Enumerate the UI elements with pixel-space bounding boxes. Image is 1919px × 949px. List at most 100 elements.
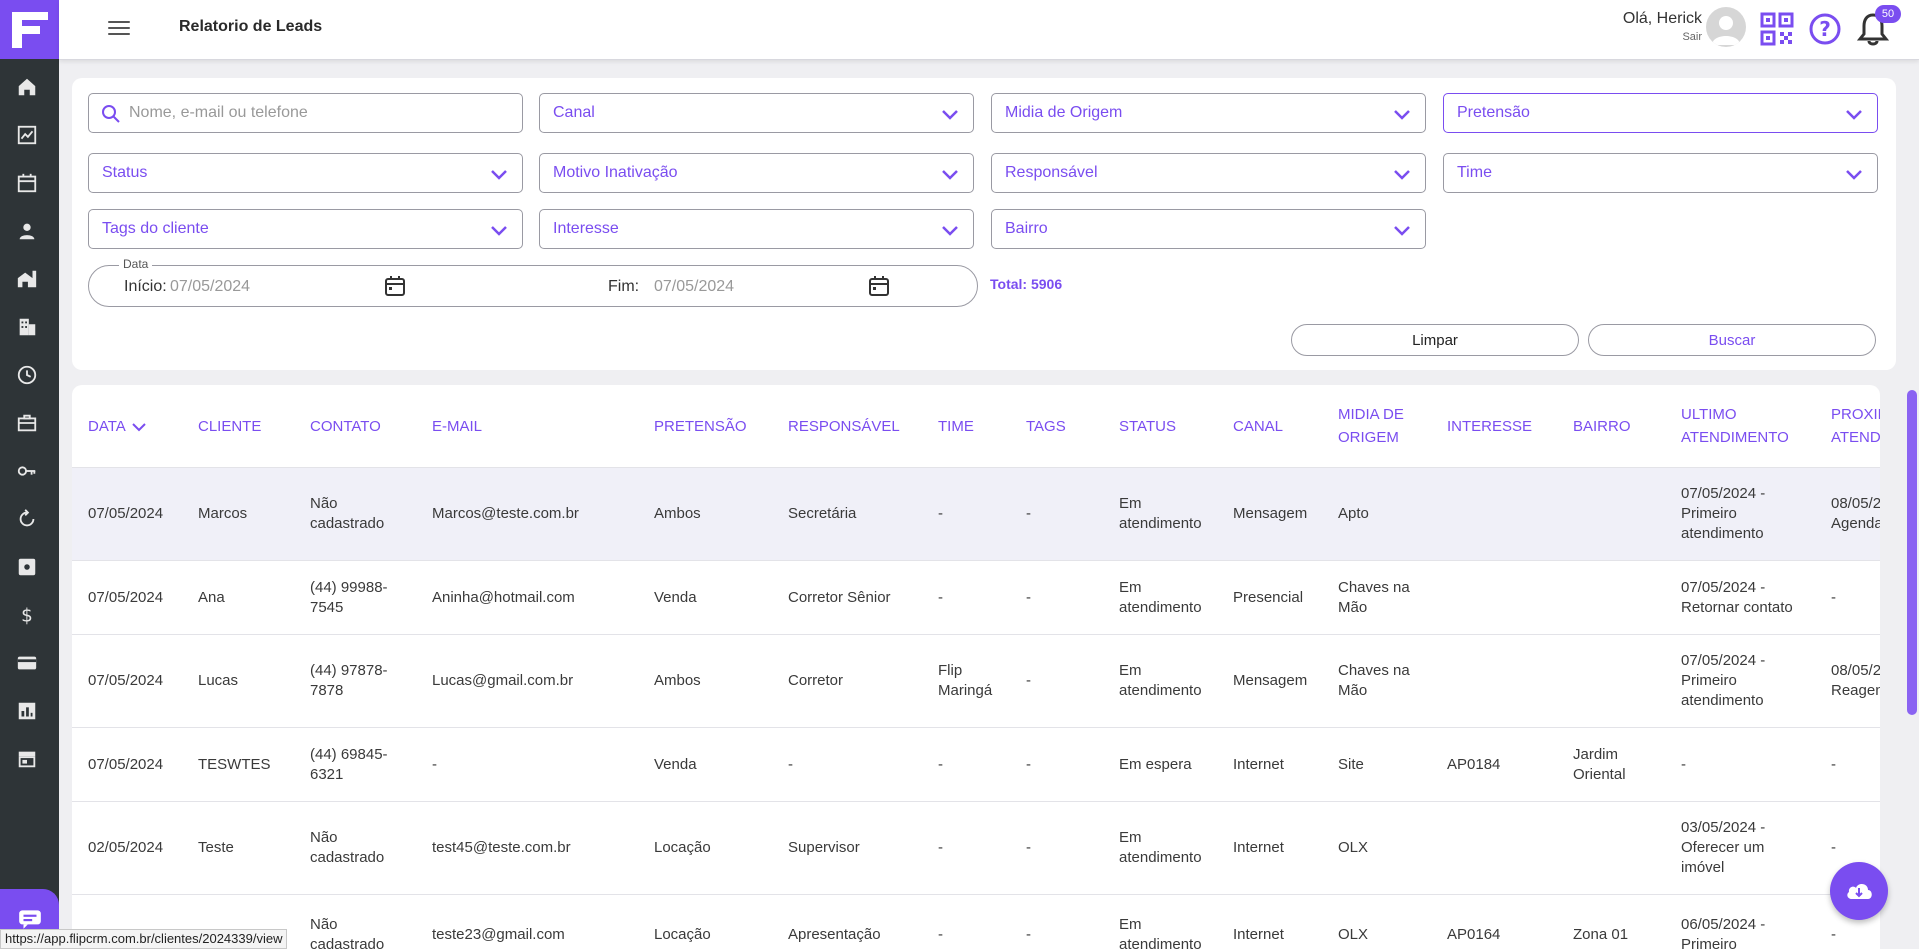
help-icon[interactable]: ? bbox=[1808, 12, 1842, 46]
col-header-status[interactable]: STATUS bbox=[1119, 415, 1176, 438]
calendar-icon[interactable] bbox=[868, 275, 890, 297]
cell-proximo: - bbox=[1831, 755, 1836, 773]
cell-canal: Internet bbox=[1233, 925, 1284, 943]
cell-midia: Chaves na Mão bbox=[1338, 662, 1410, 699]
logout-link[interactable]: Sair bbox=[1623, 31, 1702, 43]
col-header-contato[interactable]: CONTATO bbox=[310, 415, 381, 438]
col-header-ultimo[interactable]: ULTIMO ATENDIMENTO bbox=[1681, 403, 1801, 449]
table-row[interactable]: Não cadastrado teste23@gmail.com Locação Ap… bbox=[72, 894, 1880, 949]
col-header-interesse[interactable]: INTERESSE bbox=[1447, 415, 1532, 438]
cell-proximo: - bbox=[1831, 588, 1836, 606]
time-select[interactable]: Time bbox=[1443, 153, 1878, 193]
cell-status: Em atendimento bbox=[1119, 662, 1202, 699]
property-icon[interactable] bbox=[14, 266, 40, 292]
pretensao-select[interactable]: Pretensão bbox=[1443, 93, 1878, 133]
cell-cliente: Ana bbox=[198, 588, 225, 606]
motivo-select[interactable]: Motivo Inativação bbox=[539, 153, 974, 193]
table-row[interactable]: 07/05/2024 TESWTES (44) 69845-6321 - Venda - -… bbox=[72, 727, 1880, 801]
responsavel-select[interactable]: Responsável bbox=[991, 153, 1426, 193]
clock-icon[interactable] bbox=[14, 362, 40, 388]
search-input[interactable]: Nome, e-mail ou telefone bbox=[88, 93, 523, 133]
clear-button[interactable]: Limpar bbox=[1291, 324, 1579, 356]
col-header-proximo[interactable]: PROXIMO ATENDIMENTO bbox=[1831, 403, 1880, 449]
fim-input[interactable]: 07/05/2024 bbox=[654, 278, 734, 296]
table-row[interactable]: 07/05/2024 Marcos Não cadastrado Marcos@tes… bbox=[72, 467, 1880, 560]
col-header-tags[interactable]: TAGS bbox=[1026, 415, 1066, 438]
hamburger-menu-icon[interactable] bbox=[108, 18, 130, 38]
qr-code-icon[interactable] bbox=[1760, 12, 1794, 46]
search-icon bbox=[102, 105, 120, 123]
puzzle-icon[interactable] bbox=[14, 554, 40, 580]
cell-canal: Internet bbox=[1233, 755, 1284, 773]
col-header-cliente[interactable]: CLIENTE bbox=[198, 415, 261, 438]
cell-responsavel: Corretor bbox=[788, 672, 844, 689]
cell-bairro: Zona 01 bbox=[1573, 925, 1629, 943]
cell-data: 07/05/2024 bbox=[88, 588, 164, 606]
cell-proximo: - bbox=[1831, 925, 1836, 943]
avatar[interactable] bbox=[1706, 7, 1746, 47]
col-header-time[interactable]: TIME bbox=[938, 415, 974, 438]
col-header-responsavel[interactable]: RESPONSÁVEL bbox=[788, 415, 900, 438]
user-icon[interactable] bbox=[14, 218, 40, 244]
store-icon[interactable] bbox=[14, 746, 40, 772]
col-header-midia[interactable]: MIDIA DE ORIGEM bbox=[1338, 403, 1428, 449]
canal-select[interactable]: Canal bbox=[539, 93, 974, 133]
cell-time: - bbox=[938, 505, 943, 522]
scrollbar-thumb[interactable] bbox=[1907, 390, 1917, 715]
col-header-pretensao[interactable]: PRETENSÃO bbox=[654, 415, 747, 438]
chart-line-icon[interactable] bbox=[14, 122, 40, 148]
chevron-down-icon bbox=[1846, 170, 1862, 180]
pretensao-label: Pretensão bbox=[1457, 104, 1530, 121]
download-button[interactable] bbox=[1830, 862, 1888, 920]
cell-pretensao: Locação bbox=[654, 839, 711, 856]
calendar-icon[interactable] bbox=[14, 170, 40, 196]
cell-bairro: Jardim Oriental bbox=[1573, 745, 1626, 783]
cell-responsavel: - bbox=[788, 755, 793, 773]
cell-contato: (44) 97878-7878 bbox=[310, 662, 388, 699]
midia-select[interactable]: Midia de Origem bbox=[991, 93, 1426, 133]
report-icon[interactable] bbox=[14, 698, 40, 724]
app-logo[interactable] bbox=[0, 0, 59, 59]
chevron-down-icon bbox=[1394, 110, 1410, 120]
key-icon[interactable] bbox=[14, 458, 40, 484]
cell-time: Flip Maringá bbox=[938, 662, 993, 699]
col-header-data[interactable]: DATA bbox=[88, 415, 146, 438]
refresh-icon[interactable] bbox=[14, 506, 40, 532]
col-header-email[interactable]: E-MAIL bbox=[432, 415, 482, 438]
search-button[interactable]: Buscar bbox=[1588, 324, 1876, 356]
status-select[interactable]: Status bbox=[88, 153, 523, 193]
cell-tags: - bbox=[1026, 925, 1031, 943]
table-row[interactable]: 07/05/2024 Lucas (44) 97878-7878 Lucas@gmai… bbox=[72, 634, 1880, 727]
responsavel-label: Responsável bbox=[1005, 164, 1098, 181]
interesse-select[interactable]: Interesse bbox=[539, 209, 974, 249]
bairro-select[interactable]: Bairro bbox=[991, 209, 1426, 249]
cell-cliente: Marcos bbox=[198, 505, 248, 522]
cell-canal: Mensagem bbox=[1233, 672, 1308, 689]
svg-text:?: ? bbox=[1819, 17, 1831, 41]
total-count: Total: 5906 bbox=[990, 276, 1063, 292]
credit-card-icon[interactable] bbox=[14, 650, 40, 676]
notification-badge: 50 bbox=[1875, 5, 1901, 23]
motivo-label: Motivo Inativação bbox=[553, 164, 678, 181]
col-header-bairro[interactable]: BAIRRO bbox=[1573, 415, 1631, 438]
inicio-input[interactable]: 07/05/2024 bbox=[170, 278, 250, 296]
midia-label: Midia de Origem bbox=[1005, 104, 1123, 121]
cell-pretensao: Ambos bbox=[654, 505, 701, 522]
table-row[interactable]: 07/05/2024 Ana (44) 99988-7545 Aninha@hotma… bbox=[72, 560, 1880, 634]
date-range: Data Início: 07/05/2024 Fim: 07/05/2024 bbox=[88, 257, 978, 307]
cell-proximo: 08/05/2024 - Reagendamento bbox=[1831, 662, 1880, 699]
calendar-icon[interactable] bbox=[384, 275, 406, 297]
tags-select[interactable]: Tags do cliente bbox=[88, 209, 523, 249]
sidebar: $ bbox=[0, 0, 59, 949]
briefcase-icon[interactable] bbox=[14, 410, 40, 436]
cell-time: - bbox=[938, 755, 943, 773]
building-icon[interactable] bbox=[14, 314, 40, 340]
table-row[interactable]: 02/05/2024 Teste Não cadastrado test45@test… bbox=[72, 801, 1880, 894]
home-icon[interactable] bbox=[14, 74, 40, 100]
cell-data: 02/05/2024 bbox=[88, 839, 164, 856]
dollar-icon[interactable]: $ bbox=[14, 602, 40, 628]
cell-responsavel: Corretor Sênior bbox=[788, 588, 891, 606]
cell-contato: (44) 69845-6321 bbox=[310, 745, 388, 783]
col-header-canal[interactable]: CANAL bbox=[1233, 415, 1283, 438]
cell-ultimo: 07/05/2024 - Retornar contato bbox=[1681, 578, 1793, 616]
